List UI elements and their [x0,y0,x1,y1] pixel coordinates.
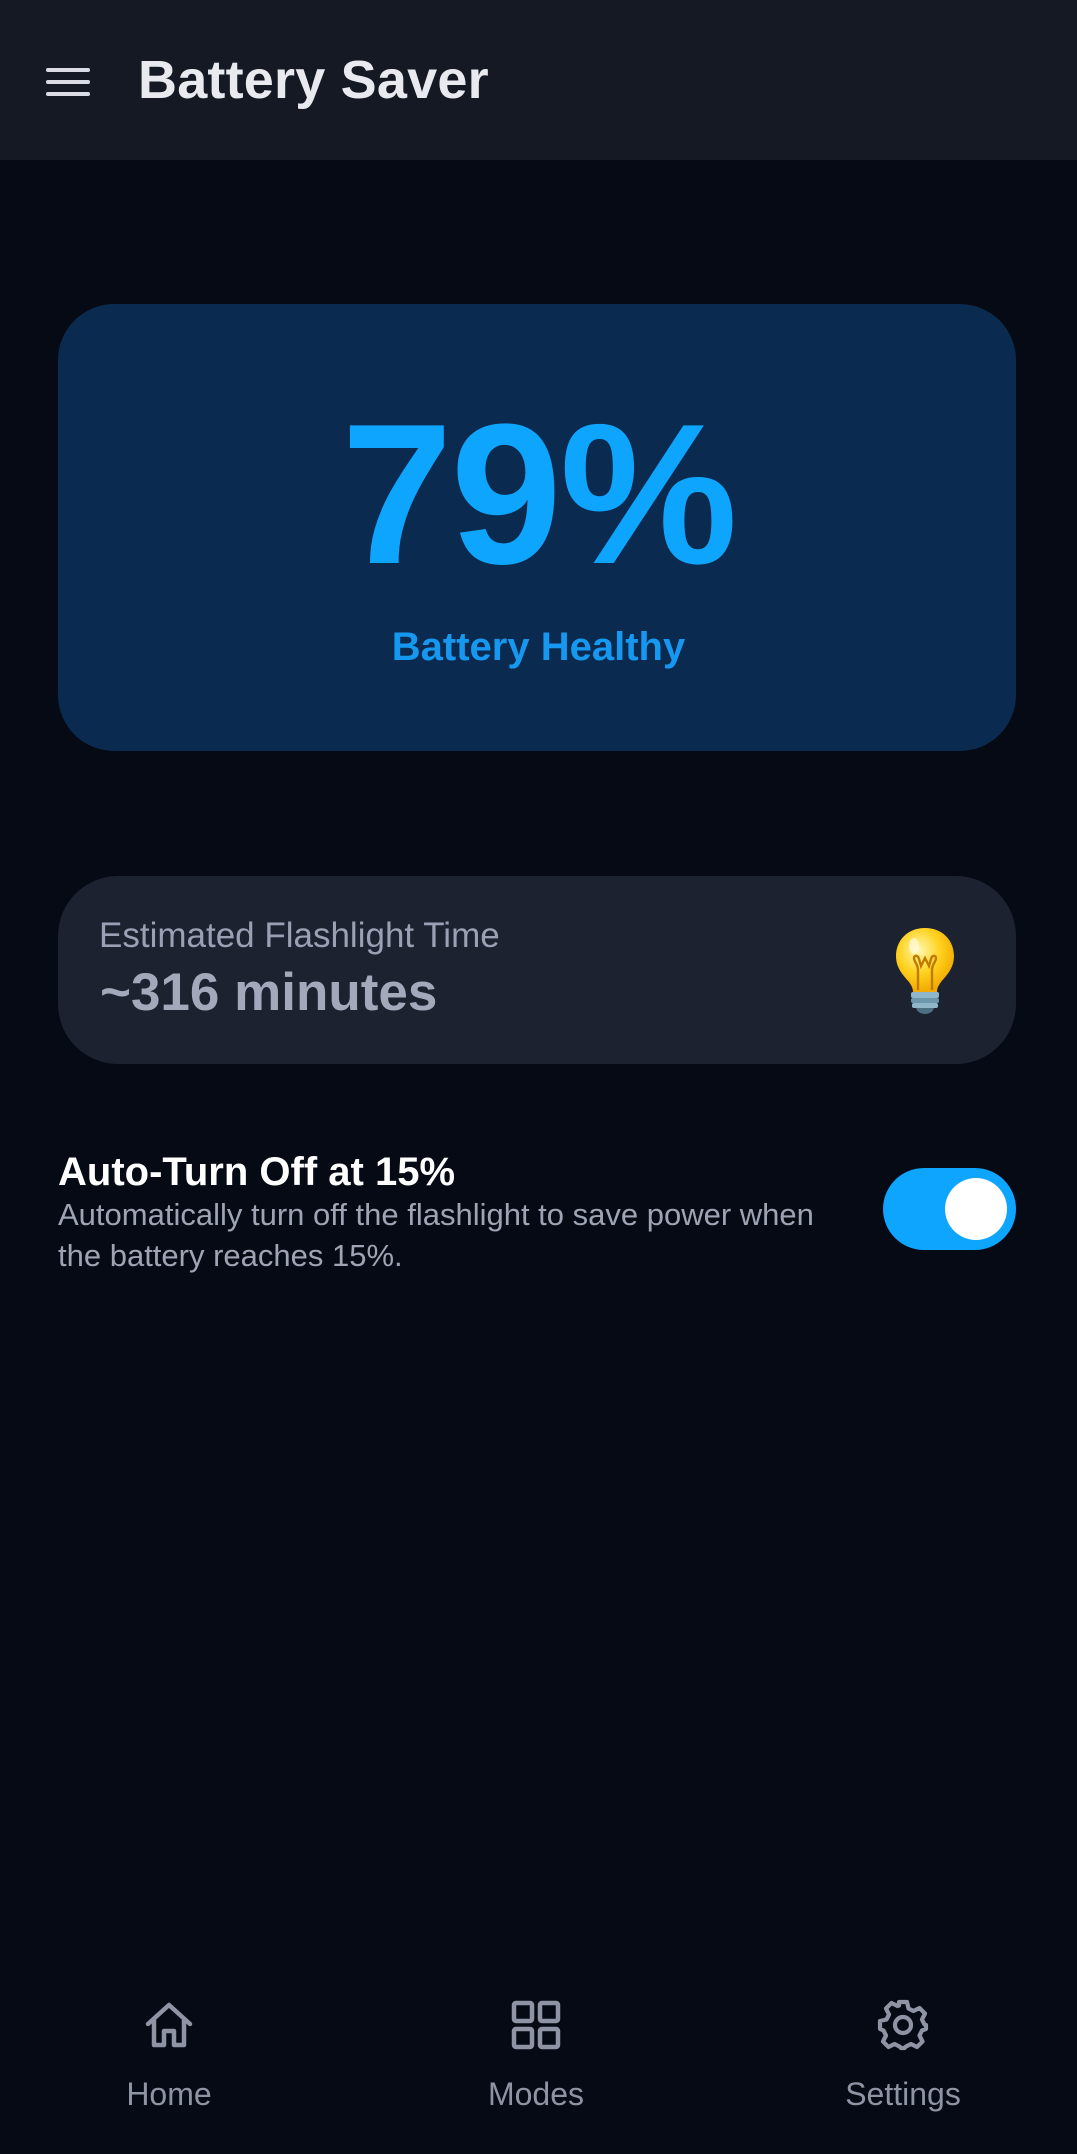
nav-label-settings: Settings [845,2076,961,2112]
lightbulb-icon [896,928,954,1014]
flashlight-time-value: ~316 minutes [100,963,438,1022]
toggle-knob [945,1178,1007,1240]
auto-off-description: Automatically turn off the flashlight to… [58,1197,814,1273]
nav-item-home[interactable]: Home [39,1960,299,2120]
nav-item-modes[interactable]: Modes [406,1960,666,2120]
home-icon [145,2002,193,2048]
nav-label-home: Home [126,2076,212,2112]
battery-health-status: Battery Healthy [391,625,686,669]
hamburger-menu-icon [46,68,90,96]
app-bar: Battery Saver [0,0,1077,160]
auto-off-toggle[interactable] [883,1168,1016,1250]
gear-icon [877,1999,929,2051]
battery-percentage: 79% [341,383,737,606]
auto-off-title: Auto-Turn Off at 15% [58,1150,456,1194]
nav-label-modes: Modes [487,2076,585,2112]
nav-item-settings[interactable]: Settings [773,1960,1033,2120]
grid-icon [511,2000,561,2050]
page-title: Battery Saver [138,50,489,110]
bottom-navigation: Home Modes Settings [0,1960,1077,2154]
flashlight-time-label: Estimated Flashlight Time [99,916,500,955]
menu-button[interactable] [30,44,106,120]
